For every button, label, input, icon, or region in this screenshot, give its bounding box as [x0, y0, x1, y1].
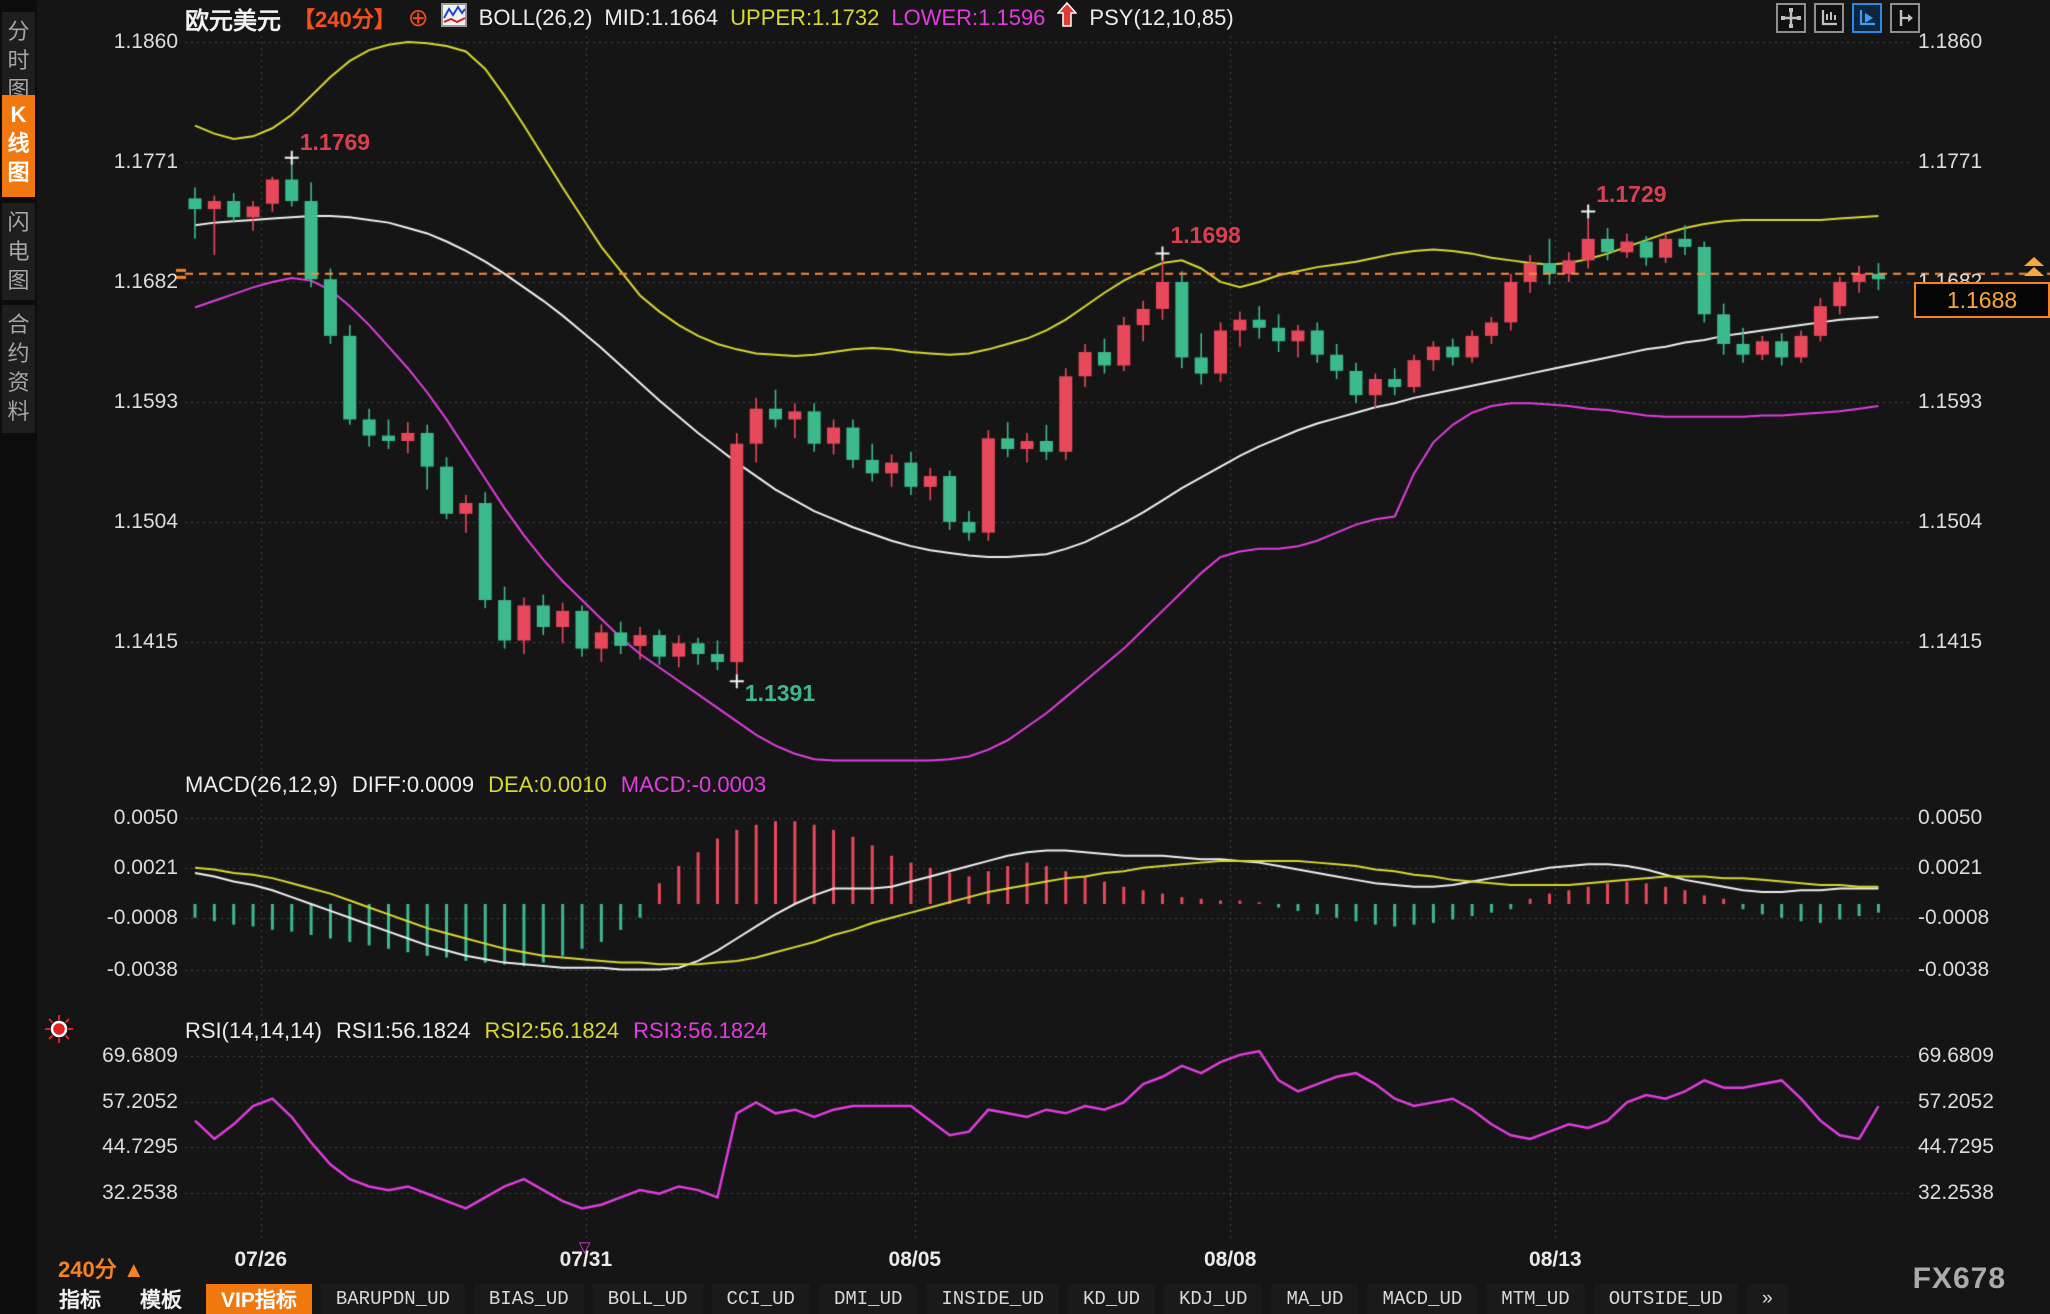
macd-diff-value: DIFF:0.0009 [352, 772, 474, 798]
tab-INSIDE_UD[interactable]: INSIDE_UD [926, 1284, 1059, 1314]
chart-type-sidebar: 分时图K线图闪电图合约资料 [0, 0, 37, 1314]
rsi-axis-label: 69.6809 [1918, 1044, 2038, 1068]
price-axis-label: 1.1771 [70, 150, 178, 174]
sidebar-item-2[interactable]: 闪电图 [2, 203, 35, 300]
alert-dot-icon[interactable] [44, 1014, 74, 1044]
price-axis-label: 1.1504 [70, 510, 178, 534]
tab-MA_UD[interactable]: MA_UD [1271, 1284, 1358, 1314]
rsi-axis-label: 57.2052 [70, 1090, 178, 1114]
tab-KD_UD[interactable]: KD_UD [1068, 1284, 1155, 1314]
date-axis-label: 07/26 [216, 1248, 306, 1272]
trading-app-window: 分时图K线图闪电图合约资料 欧元美元 【240分】 ⊕ BOLL(26,2) M… [0, 0, 2050, 1314]
date-axis-label: 08/13 [1510, 1248, 1600, 1272]
rsi-axis-label: 32.2538 [70, 1181, 178, 1205]
rsi-axis-label: 44.7295 [70, 1135, 178, 1159]
rsi-header: RSI(14,14,14) RSI1:56.1824 RSI2:56.1824 … [185, 1018, 768, 1044]
price-annotation-high: 1.1729 [1596, 181, 1666, 208]
date-axis-label: 08/08 [1185, 1248, 1275, 1272]
price-axis-label: 1.1593 [70, 390, 178, 414]
price-annotation-high: 1.1769 [300, 129, 370, 156]
tab-MACD_UD[interactable]: MACD_UD [1367, 1284, 1477, 1314]
macd-axis-label: -0.0008 [70, 906, 178, 930]
tab-»[interactable]: » [1747, 1284, 1788, 1314]
tab-DMI_UD[interactable]: DMI_UD [819, 1284, 917, 1314]
rsi3-value: RSI3:56.1824 [633, 1018, 768, 1044]
price-annotation-low: 1.1391 [745, 680, 815, 707]
rsi-name: RSI(14,14,14) [185, 1018, 322, 1044]
tab-模板[interactable]: 模板 [125, 1284, 197, 1314]
tab-KDJ_UD[interactable]: KDJ_UD [1164, 1284, 1262, 1314]
macd-macd-value: MACD:-0.0003 [621, 772, 767, 798]
price-annotation-high: 1.1698 [1171, 222, 1241, 249]
price-axis-label: 1.1682 [70, 270, 178, 294]
macd-axis-label: 0.0021 [70, 856, 178, 880]
price-chart-canvas[interactable] [37, 0, 2050, 1284]
rsi1-value: RSI1:56.1824 [336, 1018, 471, 1044]
watermark: FX678 [1913, 1262, 2006, 1296]
sidebar-item-1[interactable]: K线图 [2, 95, 35, 197]
macd-axis-label: -0.0038 [1918, 958, 2038, 982]
event-marker-icon: ▽ [579, 1238, 591, 1256]
tab-VIP指标[interactable]: VIP指标 [206, 1284, 312, 1314]
date-axis-label: 08/05 [870, 1248, 960, 1272]
scroll-to-latest-icon[interactable] [2022, 256, 2046, 280]
price-axis-label: 1.1504 [1918, 510, 2038, 534]
rsi-axis-label: 44.7295 [1918, 1135, 2038, 1159]
macd-axis-label: -0.0038 [70, 958, 178, 982]
macd-axis-label: -0.0008 [1918, 906, 2038, 930]
price-axis-label: 1.1860 [70, 30, 178, 54]
tab-BIAS_UD[interactable]: BIAS_UD [474, 1284, 584, 1314]
price-axis-label: 1.1415 [1918, 630, 2038, 654]
price-axis-label: 1.1771 [1918, 150, 2038, 174]
rsi-axis-label: 57.2052 [1918, 1090, 2038, 1114]
indicator-tabbar: 指标模板 VIP指标 BARUPDN_UD BIAS_UD BOLL_UD CCI_UD D… [44, 1284, 1788, 1314]
price-axis-label: 1.1593 [1918, 390, 2038, 414]
tab-BOLL_UD[interactable]: BOLL_UD [593, 1284, 703, 1314]
tab-OUTSIDE_UD[interactable]: OUTSIDE_UD [1594, 1284, 1738, 1314]
macd-name: MACD(26,12,9) [185, 772, 338, 798]
tab-指标[interactable]: 指标 [44, 1284, 116, 1314]
tab-MTM_UD[interactable]: MTM_UD [1486, 1284, 1584, 1314]
tab-CCI_UD[interactable]: CCI_UD [712, 1284, 810, 1314]
tab-BARUPDN_UD[interactable]: BARUPDN_UD [321, 1284, 465, 1314]
footer-period-label[interactable]: 240分 ▲ [58, 1252, 145, 1284]
price-axis-label: 1.1860 [1918, 30, 2038, 54]
rsi-axis-label: 32.2538 [1918, 1181, 2038, 1205]
sidebar-item-3[interactable]: 合约资料 [2, 305, 35, 433]
macd-axis-label: 0.0050 [1918, 806, 2038, 830]
macd-dea-value: DEA:0.0010 [488, 772, 607, 798]
rsi2-value: RSI2:56.1824 [485, 1018, 620, 1044]
macd-header: MACD(26,12,9) DIFF:0.0009 DEA:0.0010 MAC… [185, 772, 766, 798]
macd-axis-label: 0.0021 [1918, 856, 2038, 880]
rsi-axis-label: 69.6809 [70, 1044, 178, 1068]
current-price-badge: 1.1688 [1914, 282, 2050, 318]
price-axis-label: 1.1415 [70, 630, 178, 654]
macd-axis-label: 0.0050 [70, 806, 178, 830]
